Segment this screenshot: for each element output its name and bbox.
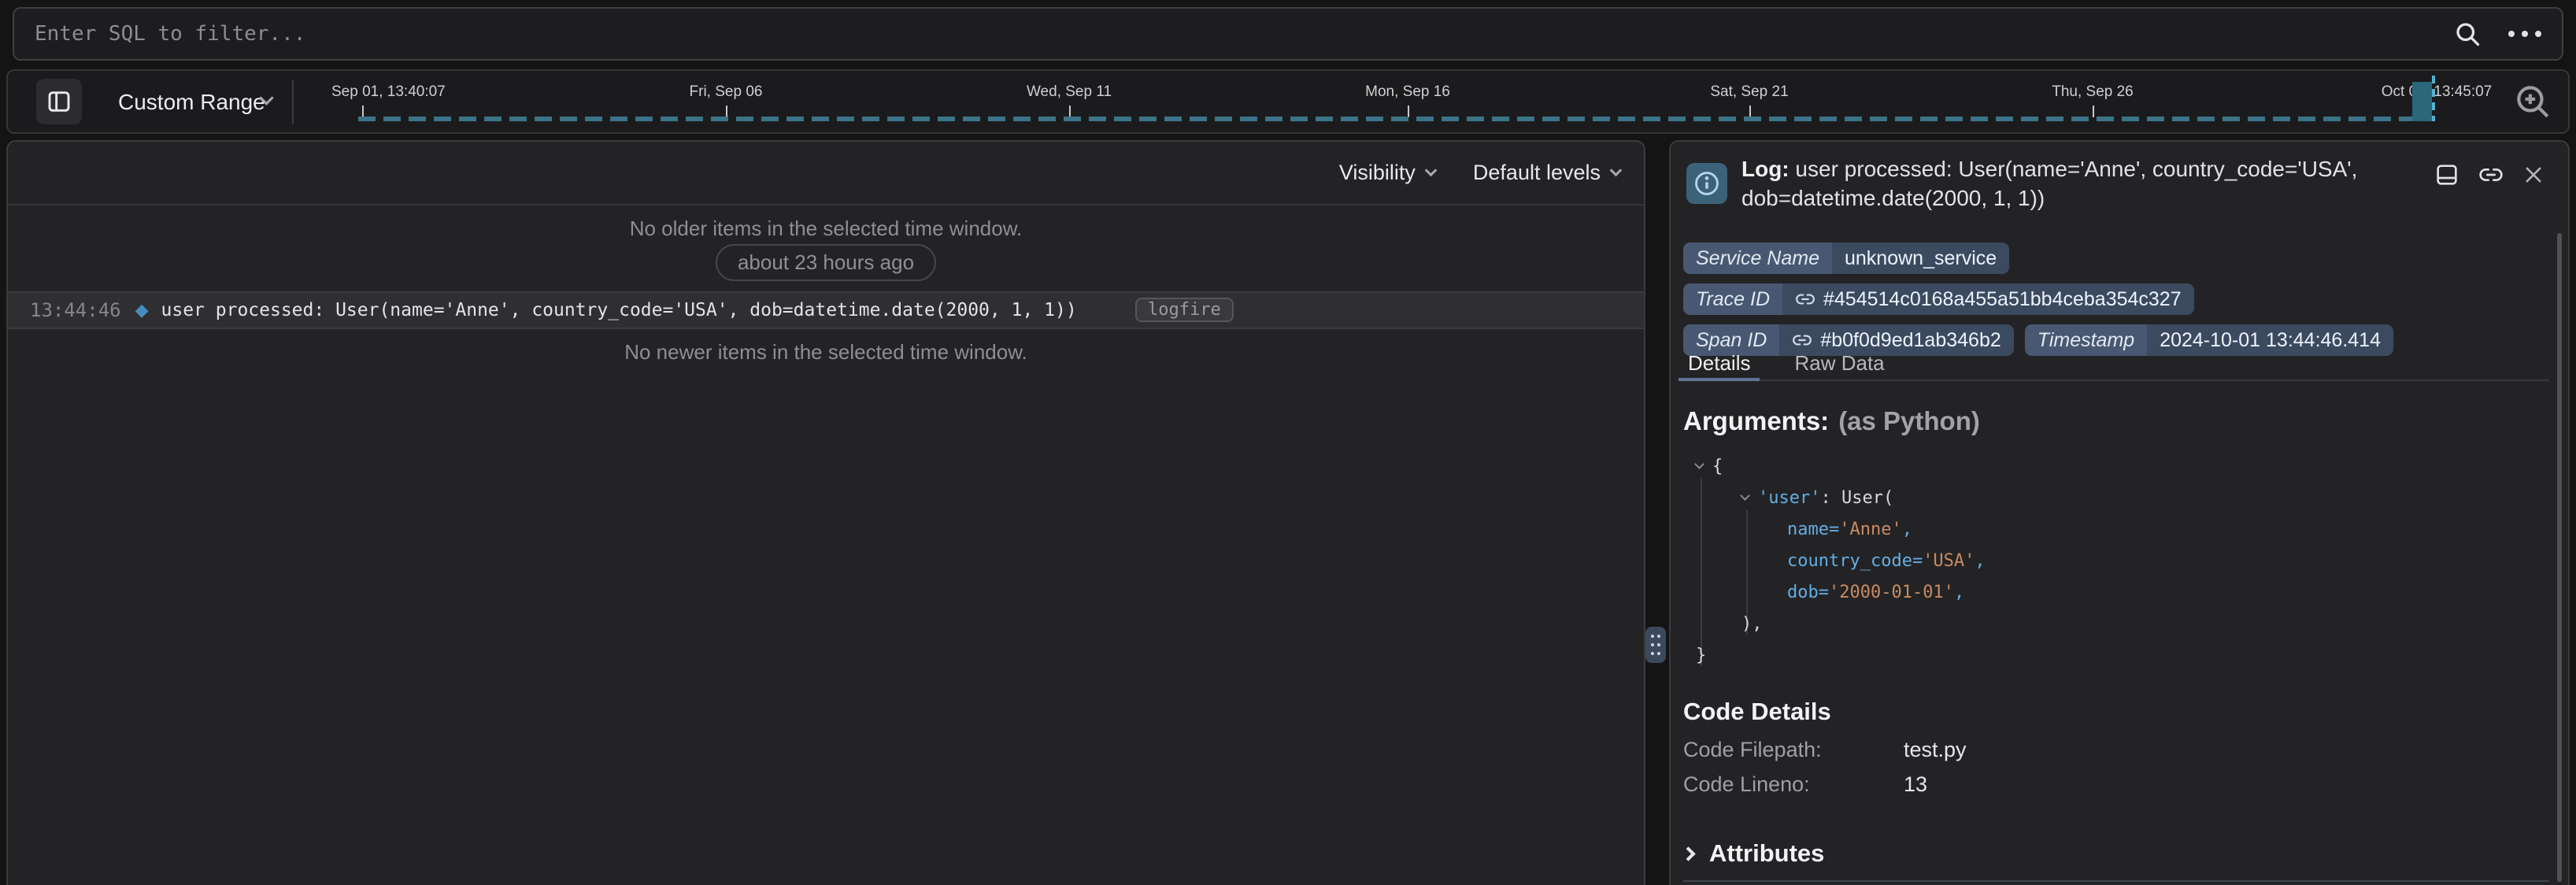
sidebar-panel-icon: [46, 89, 72, 114]
time-ago-badge[interactable]: about 23 hours ago: [716, 244, 936, 281]
no-older-items-note: No older items in the selected time wind…: [8, 217, 1644, 241]
trace-link-icon[interactable]: [1795, 289, 1815, 309]
collapse-chevron-icon[interactable]: [1694, 459, 1704, 469]
code-user-key: 'user': [1758, 488, 1820, 508]
tab-details[interactable]: Details: [1683, 348, 1755, 380]
sql-filter-bar: [13, 7, 2563, 61]
log-list-header: Visibility Default levels: [8, 142, 1644, 206]
code-close-paren: ),: [1741, 614, 1763, 634]
code-country-value: 'USA': [1923, 551, 1975, 571]
chevron-down-icon: [1610, 165, 1623, 177]
service-name-badge: Service Name unknown_service: [1683, 243, 2009, 274]
code-filepath-value: test.py: [1904, 738, 1967, 762]
detail-title-message: user processed: User(name='Anne', countr…: [1741, 157, 2357, 210]
default-levels-dropdown[interactable]: Default levels: [1473, 161, 1620, 185]
no-newer-items-note: No newer items in the selected time wind…: [8, 340, 1644, 365]
visibility-label: Visibility: [1339, 161, 1416, 185]
code-filepath-label: Code Filepath:: [1683, 738, 1822, 762]
detail-panel-scrollbar[interactable]: [2557, 233, 2562, 882]
sql-filter-input[interactable]: [35, 22, 2453, 46]
timeline-label: Fri, Sep 06: [690, 83, 763, 101]
logfire-app: Custom Range Sep 01, 13:40:07 Fri, Sep 0…: [0, 0, 2576, 885]
search-icon[interactable]: [2453, 20, 2482, 48]
code-country-key: country_code=: [1787, 551, 1923, 571]
section-divider: [1683, 880, 2549, 882]
timeline-label-end: Oct 01, 13:45:07: [2382, 83, 2493, 101]
code-lineno-value: 13: [1904, 772, 1927, 797]
code-comma: ,: [1902, 520, 1912, 539]
timeline-tick: [1408, 106, 1409, 117]
log-time: 13:44:46: [30, 299, 121, 321]
code-lineno-label: Code Lineno:: [1683, 772, 1810, 797]
time-range-selector[interactable]: Custom Range: [118, 90, 265, 115]
code-comma: ,: [1975, 551, 1985, 571]
copy-link-icon[interactable]: [2478, 162, 2504, 187]
panel-resize-handle[interactable]: [1645, 627, 1666, 663]
log-level-diamond-icon: ◆: [135, 301, 149, 320]
arguments-heading: Arguments: (as Python): [1683, 406, 1980, 436]
code-comma: ,: [1954, 583, 1964, 602]
visibility-dropdown[interactable]: Visibility: [1339, 161, 1435, 185]
chevron-down-icon: [1425, 165, 1438, 177]
attributes-section-toggle[interactable]: Attributes: [1683, 839, 1824, 868]
timeline-tick: [362, 106, 364, 117]
attributes-heading: Attributes: [1709, 839, 1824, 868]
timeline-histogram-spike: [2412, 82, 2432, 121]
code-open-brace: {: [1712, 457, 1723, 476]
code-name-value: 'Anne': [1839, 520, 1901, 539]
trace-id-badge: Trace ID #454514c0168a455a51bb4ceba354c3…: [1683, 283, 2194, 315]
timeline-bar: Custom Range Sep 01, 13:40:07 Fri, Sep 0…: [6, 69, 2570, 134]
trace-id-value: #454514c0168a455a51bb4ceba354c327: [1823, 288, 2182, 311]
indent-guide: [1701, 479, 1702, 666]
tab-raw-data[interactable]: Raw Data: [1790, 348, 1889, 380]
more-options-icon[interactable]: [2508, 31, 2541, 37]
default-levels-label: Default levels: [1473, 161, 1601, 185]
info-icon: [1686, 163, 1727, 204]
timeline-label-start: Sep 01, 13:40:07: [331, 83, 446, 101]
log-message: user processed: User(name='Anne', countr…: [161, 300, 1077, 320]
trace-id-label: Trace ID: [1683, 283, 1782, 315]
detail-tabs: Details Raw Data: [1683, 348, 2549, 381]
dock-panel-icon[interactable]: [2434, 162, 2459, 187]
code-sep: :: [1820, 488, 1841, 508]
timeline-label: Mon, Sep 16: [1365, 83, 1450, 101]
chevron-right-icon: [1681, 846, 1695, 861]
log-detail-panel: Log: user processed: User(name='Anne', c…: [1669, 140, 2570, 885]
timeline-selection-line[interactable]: [2432, 76, 2435, 121]
code-details-heading: Code Details: [1683, 698, 1831, 726]
collapse-chevron-icon[interactable]: [1740, 491, 1750, 501]
code-user-call: User(: [1841, 488, 1893, 508]
service-name-value: unknown_service: [1832, 247, 2009, 270]
timeline-tick: [1069, 106, 1071, 117]
timeline-tick: [726, 106, 727, 117]
log-list-panel: Visibility Default levels No older items…: [6, 140, 1645, 885]
timeline-label: Wed, Sep 11: [1027, 83, 1112, 101]
timeline-dashed-baseline[interactable]: [358, 117, 2434, 121]
arguments-subheading: (as Python): [1838, 406, 1980, 435]
timeline-tick: [1749, 106, 1751, 117]
log-row[interactable]: 13:44:46 ◆ user processed: User(name='An…: [8, 291, 1644, 329]
timebar-divider: [292, 80, 294, 124]
timeline-label: Thu, Sep 26: [2052, 83, 2134, 101]
code-name-key: name=: [1787, 520, 1839, 539]
zoom-in-icon[interactable]: [2513, 82, 2552, 121]
service-name-label: Service Name: [1683, 243, 1832, 274]
arguments-heading-text: Arguments:: [1683, 406, 1829, 435]
code-dob-value: '2000-01-01': [1829, 583, 1954, 602]
code-close-brace: }: [1696, 646, 1706, 665]
code-dob-key: dob=: [1787, 583, 1829, 602]
detail-title: Log: user processed: User(name='Anne', c…: [1741, 154, 2379, 213]
log-tag-badge: logfire: [1135, 298, 1234, 322]
detail-title-prefix: Log:: [1741, 157, 1790, 181]
close-icon[interactable]: [2522, 164, 2545, 186]
sidebar-toggle-button[interactable]: [36, 79, 82, 124]
timeline-tick: [2093, 106, 2094, 117]
metadata-badges: Service Name unknown_service Trace ID #4…: [1683, 243, 2526, 356]
timeline-label: Sat, Sep 21: [1710, 83, 1788, 101]
